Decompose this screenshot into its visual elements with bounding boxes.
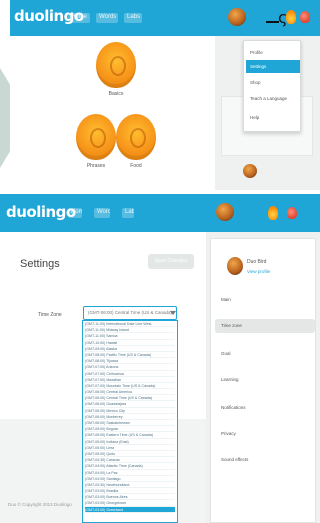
timezone-options-list[interactable]: (GMT-11:00) International Date Line West… xyxy=(82,320,178,523)
skill-egg-icon xyxy=(116,114,156,160)
timezone-option[interactable]: (GMT-03:00) Greenland xyxy=(85,506,175,513)
skill-label: Basics xyxy=(108,91,124,97)
sidebar-item-learning[interactable]: Learning xyxy=(215,373,315,387)
settings-sidebar-card: Duo Bird View profile Main Time zone Goa… xyxy=(210,238,316,523)
top-navbar: duolingo Home Words Labs xyxy=(10,0,320,36)
pointer-arrow-icon: ς xyxy=(278,8,288,27)
copyright-text: Duo © Copyright 2013 Duolingo xyxy=(8,502,72,507)
friend-avatar[interactable] xyxy=(243,164,257,178)
nav-labs[interactable]: Labs xyxy=(124,13,142,23)
nav-words[interactable]: Words xyxy=(94,208,110,218)
profile-name: Duo Bird xyxy=(247,259,267,265)
sidebar-item-notifications[interactable]: Notifications xyxy=(215,401,315,415)
lingot-icon xyxy=(287,207,297,219)
sidebar-item-main[interactable]: Main xyxy=(215,293,315,307)
duolingo-logo[interactable]: duolingo xyxy=(6,203,76,221)
user-avatar[interactable] xyxy=(228,8,246,26)
sidebar-item-privacy[interactable]: Privacy xyxy=(215,427,315,441)
nav-words[interactable]: Words xyxy=(96,13,118,23)
view-profile-link[interactable]: View profile xyxy=(247,269,270,274)
skill-basics[interactable]: Basics xyxy=(96,42,136,97)
user-avatar[interactable] xyxy=(216,203,234,221)
top-navbar: duolingo Home Words Labs xyxy=(0,194,320,232)
skill-food[interactable]: Food xyxy=(116,114,156,169)
timezone-select[interactable]: (GMT-06:00) Central Time (US & Canada) xyxy=(83,306,177,320)
sidebar-item-timezone[interactable]: Time zone xyxy=(215,319,315,333)
profile-avatar[interactable] xyxy=(227,257,243,275)
sidebar-item-goal[interactable]: Goal xyxy=(215,347,315,361)
timezone-field-label: Time Zone xyxy=(38,312,62,318)
page-title: Settings xyxy=(20,258,60,270)
dropdown-item-profile[interactable]: Profile xyxy=(246,46,300,59)
nav-home[interactable]: Home xyxy=(68,13,90,23)
skill-egg-icon xyxy=(76,114,116,160)
streak-flame-icon xyxy=(268,206,278,220)
skill-tree: Basics Phrases Food xyxy=(10,36,215,190)
dropdown-item-shop[interactable]: Shop xyxy=(246,76,300,89)
settings-sidebar: Duo Bird View profile Main Time zone Goa… xyxy=(206,232,320,523)
profile-dropdown-menu: Profile Settings Shop Teach a Language H… xyxy=(243,40,301,132)
lingot-icon xyxy=(300,11,310,23)
dropdown-item-teach[interactable]: Teach a Language xyxy=(246,92,300,105)
nav-labs[interactable]: Labs xyxy=(122,208,134,218)
save-changes-button[interactable]: Save Changes xyxy=(148,254,194,269)
dashboard-screenshot: duolingo Home Words Labs Basics Phrases … xyxy=(10,0,320,190)
dropdown-item-help[interactable]: Help xyxy=(246,111,300,124)
composite-screenshot: duolingo Home Words Labs Basics Phrases … xyxy=(0,0,320,523)
dropdown-item-settings[interactable]: Settings xyxy=(246,60,300,73)
chevron-down-icon[interactable] xyxy=(170,311,176,315)
skill-egg-icon xyxy=(96,42,136,88)
nav-home[interactable]: Home xyxy=(68,208,82,218)
skill-label: Food xyxy=(130,163,142,169)
streak-flame-icon xyxy=(286,10,296,24)
settings-screenshot: duolingo Home Words Labs Settings Save C… xyxy=(0,194,320,523)
sidebar-item-sound-effects[interactable]: Sound effects xyxy=(215,453,315,467)
skill-phrases[interactable]: Phrases xyxy=(76,114,116,169)
skill-label: Phrases xyxy=(86,163,106,169)
